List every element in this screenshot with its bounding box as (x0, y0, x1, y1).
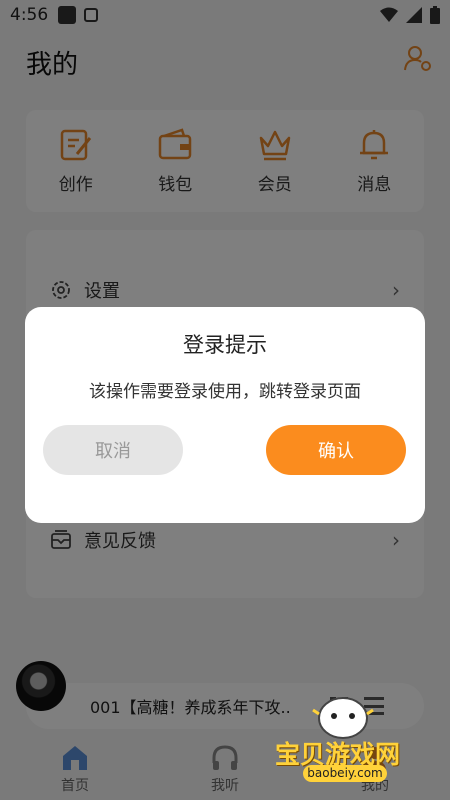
cancel-button[interactable]: 取消 (43, 425, 183, 475)
dialog-title: 登录提示 (183, 333, 267, 357)
dialog-message: 该操作需要登录使用，跳转登录页面 (89, 382, 361, 402)
login-prompt-dialog: 登录提示 该操作需要登录使用，跳转登录页面 取消 确认 (25, 307, 425, 523)
watermark-url: baobeiy.com (303, 765, 387, 782)
confirm-button[interactable]: 确认 (266, 425, 406, 475)
